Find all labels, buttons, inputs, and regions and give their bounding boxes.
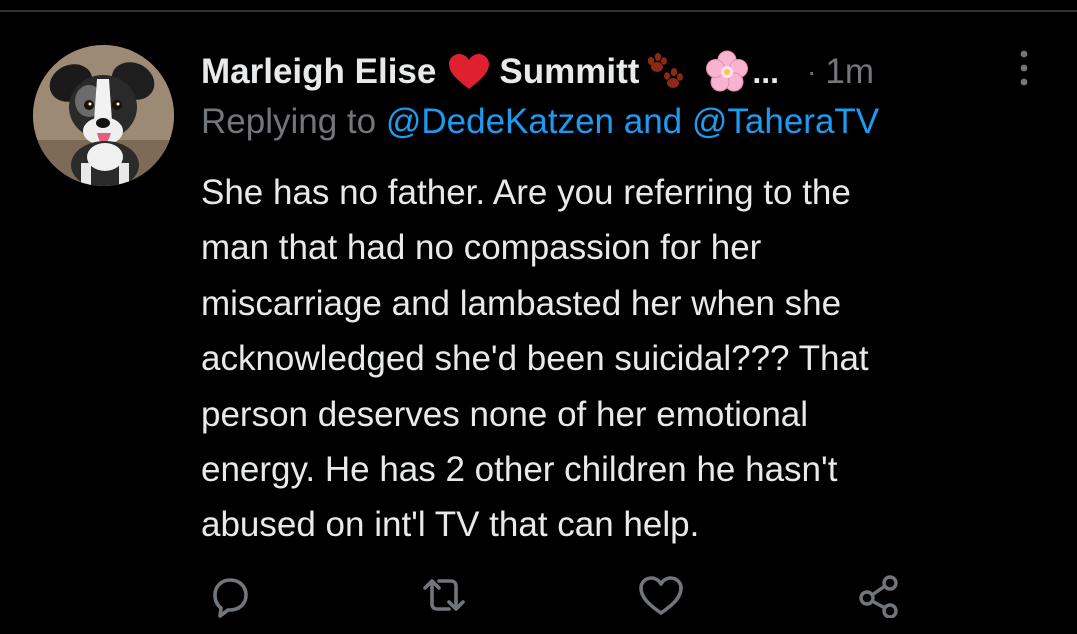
red-heart-emoji-icon — [448, 53, 490, 91]
timestamp[interactable]: · 1m — [807, 52, 874, 92]
reply-handle-taheratv[interactable]: @TaheraTV — [692, 102, 879, 141]
time-separator: · — [807, 56, 817, 87]
tweet-text: She has no father. Are you referring to … — [201, 165, 1021, 553]
tweet-text-line: She has no father. Are you referring to … — [201, 173, 851, 212]
share-button[interactable] — [857, 574, 903, 618]
author-name-first: Marleigh Elise — [201, 52, 437, 91]
tweet-text-line: person deserves none of her emotional — [201, 394, 809, 434]
reply-handle-dedekatzen[interactable]: @DedeKatzen — [386, 102, 614, 141]
reply-icon — [213, 578, 248, 618]
paw-prints-emoji-icon — [641, 52, 685, 92]
dog-avatar-icon — [33, 45, 174, 186]
tweet-text-line: miscarriage and lambasted her when she — [201, 283, 842, 323]
share-icon — [859, 575, 898, 618]
tweet[interactable]: Marleigh Elise Summitt ... · 1m Replying… — [0, 12, 1077, 634]
tweet-header: Marleigh Elise Summitt ... · 1m — [201, 50, 1021, 94]
like-icon — [639, 576, 683, 615]
reply-button[interactable] — [206, 574, 252, 618]
retweet-icon — [423, 579, 465, 611]
avatar[interactable] — [33, 45, 174, 186]
author-name-last: Summitt — [499, 52, 640, 91]
replying-to: Replying to @DedeKatzen and @TaheraTV — [201, 102, 879, 142]
time-value: 1m — [825, 52, 874, 91]
retweet-button[interactable] — [421, 574, 467, 618]
tweet-text-line: abused on int'l TV that can help. — [201, 505, 700, 545]
reply-conjunction: and — [614, 102, 692, 141]
name-ellipsis: ... — [752, 53, 780, 90]
tweet-text-line: man that had no compassion for her — [201, 228, 762, 268]
tweet-text-line: energy. He has 2 other children he hasn'… — [201, 450, 838, 490]
like-button[interactable] — [638, 574, 684, 618]
replying-prefix: Replying to — [201, 102, 386, 141]
cherry-blossom-emoji-icon — [705, 50, 749, 94]
tweet-text-line: acknowledged she'd been suicidal??? That — [201, 339, 869, 379]
author-name[interactable]: Marleigh Elise Summitt ... — [201, 50, 779, 94]
more-options-icon[interactable] — [1017, 46, 1031, 90]
